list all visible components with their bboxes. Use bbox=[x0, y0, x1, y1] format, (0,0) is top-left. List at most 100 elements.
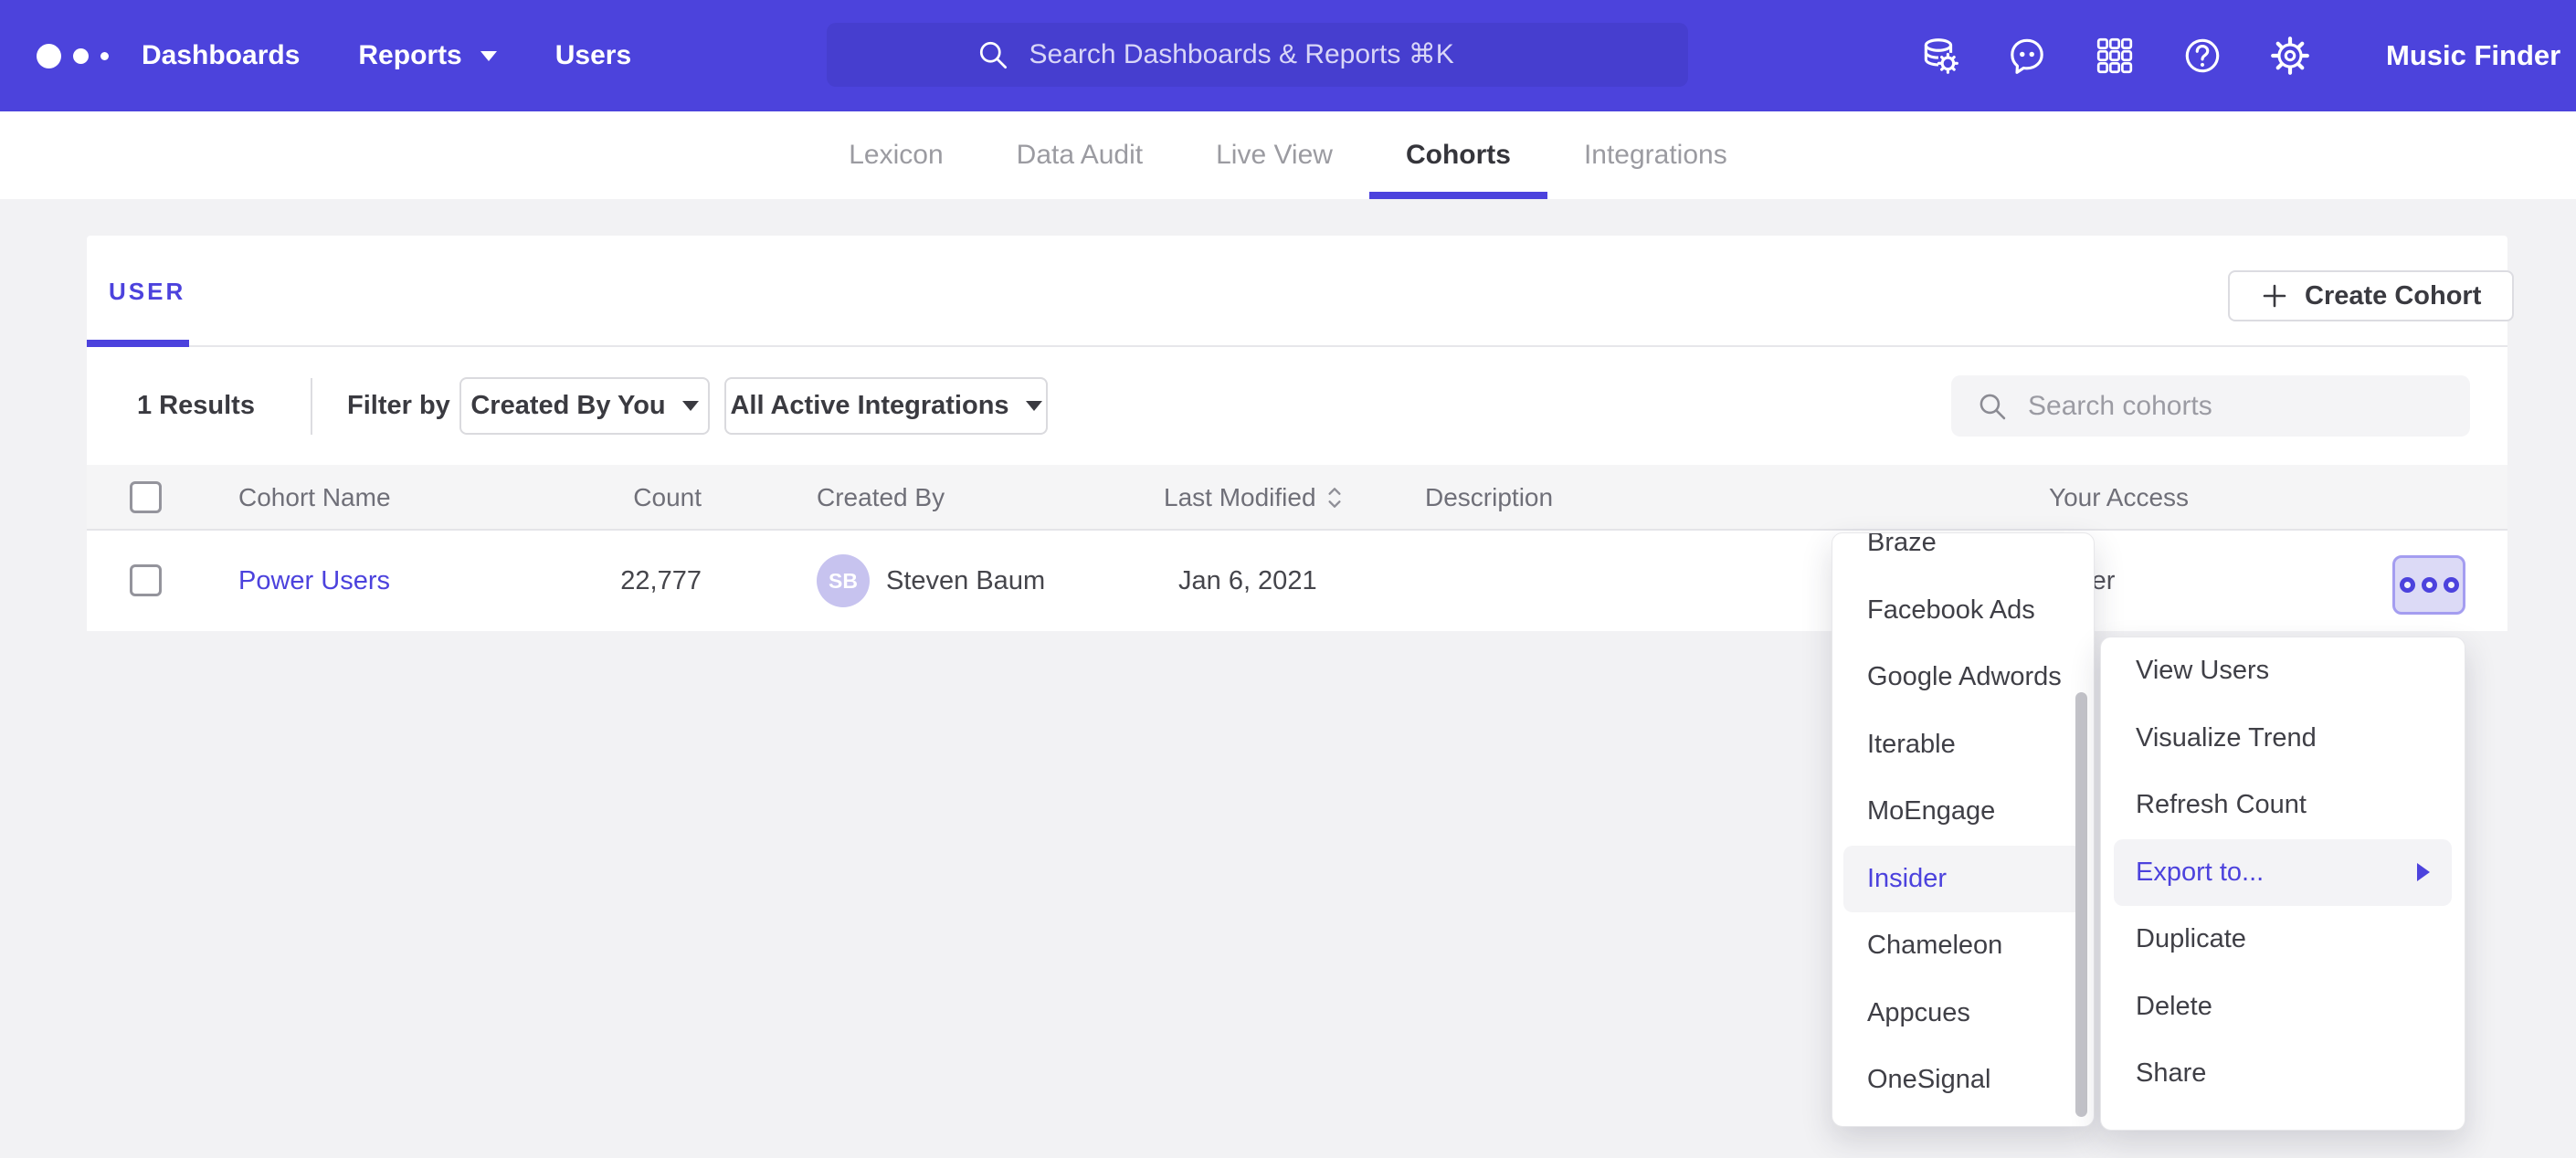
menu-item-insider[interactable]: Insider bbox=[1843, 846, 2083, 913]
tab-lexicon[interactable]: Lexicon bbox=[849, 111, 943, 199]
divider bbox=[311, 378, 312, 435]
filter-bar: 1 Results Filter by Created By You All A… bbox=[87, 347, 2507, 465]
tab-integrations-label: Integrations bbox=[1584, 140, 1727, 171]
created-by-filter[interactable]: Created By You bbox=[459, 377, 710, 435]
tab-live-view-label: Live View bbox=[1216, 140, 1333, 171]
more-dot-icon bbox=[2444, 577, 2459, 593]
menu-item-share[interactable]: Share bbox=[2101, 1040, 2465, 1108]
cohort-count: 22,777 bbox=[580, 531, 702, 631]
header-last-modified[interactable]: Last Modified bbox=[1164, 465, 1344, 531]
header-your-access[interactable]: Your Access bbox=[2049, 465, 2189, 531]
more-dot-icon bbox=[2422, 577, 2437, 593]
menu-item-facebook-ads[interactable]: Facebook Ads bbox=[1832, 577, 2094, 645]
cohort-search-input[interactable] bbox=[2028, 391, 2430, 422]
nav-users-label: Users bbox=[555, 40, 631, 71]
menu-item-onesignal[interactable]: OneSignal bbox=[1832, 1047, 2094, 1114]
section-tabbar: Lexicon Data Audit Live View Cohorts Int… bbox=[0, 111, 2576, 199]
nav-right-cluster: Music Finder bbox=[1918, 0, 2576, 111]
menu-item-moengage[interactable]: MoEngage bbox=[1832, 778, 2094, 846]
nav-reports-label: Reports bbox=[358, 40, 461, 71]
logo-dot-small bbox=[100, 52, 109, 60]
primary-nav: Dashboards Reports Users bbox=[142, 0, 631, 111]
data-management-icon[interactable] bbox=[1918, 35, 1960, 77]
filter-by-label: Filter by bbox=[347, 347, 450, 465]
cohorts-card: USER Create Cohort 1 Results Filter by C… bbox=[87, 236, 2507, 631]
created-by-name: Steven Baum bbox=[886, 531, 1045, 631]
cohort-type-tabs: USER Create Cohort bbox=[87, 236, 2507, 347]
header-count[interactable]: Count bbox=[580, 465, 702, 531]
tab-cohorts[interactable]: Cohorts bbox=[1406, 111, 1511, 199]
last-modified-date: Jan 6, 2021 bbox=[1178, 531, 1317, 631]
menu-item-appcues[interactable]: Appcues bbox=[1832, 980, 2094, 1047]
help-icon[interactable] bbox=[2181, 35, 2223, 77]
export-destinations-list: Braze Facebook Ads Google Adwords Iterab… bbox=[1832, 532, 2094, 1114]
row-more-actions-button[interactable] bbox=[2392, 555, 2465, 615]
row-context-list: View Users Visualize Trend Refresh Count… bbox=[2101, 637, 2465, 1108]
header-created-by[interactable]: Created By bbox=[817, 465, 945, 531]
chevron-down-icon bbox=[1026, 401, 1042, 411]
export-to-label: Export to... bbox=[2136, 858, 2264, 888]
create-cohort-label: Create Cohort bbox=[2305, 281, 2481, 311]
tab-live-view[interactable]: Live View bbox=[1216, 111, 1333, 199]
tab-cohorts-label: Cohorts bbox=[1406, 140, 1511, 171]
feedback-icon[interactable] bbox=[2006, 35, 2048, 77]
menu-item-duplicate[interactable]: Duplicate bbox=[2101, 906, 2465, 974]
menu-item-refresh-count[interactable]: Refresh Count bbox=[2101, 772, 2465, 839]
menu-item-chameleon[interactable]: Chameleon bbox=[1832, 912, 2094, 980]
search-icon bbox=[1975, 389, 2010, 424]
menu-item-iterable[interactable]: Iterable bbox=[1832, 711, 2094, 779]
settings-gear-icon[interactable] bbox=[2269, 35, 2311, 77]
menu-item-view-users[interactable]: View Users bbox=[2101, 637, 2465, 705]
global-search[interactable] bbox=[827, 23, 1688, 87]
tab-user-cohorts[interactable]: USER bbox=[109, 236, 185, 347]
table-header: Cohort Name Count Created By Last Modifi… bbox=[87, 465, 2507, 531]
cohort-name-link[interactable]: Power Users bbox=[238, 566, 390, 596]
logo-dot-medium bbox=[73, 48, 89, 64]
menu-item-visualize-trend[interactable]: Visualize Trend bbox=[2101, 705, 2465, 773]
user-tab-underline bbox=[87, 340, 189, 347]
workspace-switcher[interactable]: Music Finder bbox=[2386, 39, 2576, 72]
create-cohort-button[interactable]: Create Cohort bbox=[2228, 270, 2514, 321]
logo-dot-large bbox=[37, 44, 61, 68]
export-destinations-menu: Braze Facebook Ads Google Adwords Iterab… bbox=[1832, 532, 2095, 1127]
global-search-input[interactable] bbox=[1029, 39, 1541, 70]
submenu-scrollbar[interactable] bbox=[2075, 692, 2087, 1117]
header-description[interactable]: Description bbox=[1425, 465, 1553, 531]
integrations-filter[interactable]: All Active Integrations bbox=[724, 377, 1048, 435]
row-context-menu: View Users Visualize Trend Refresh Count… bbox=[2100, 637, 2465, 1131]
tab-integrations[interactable]: Integrations bbox=[1584, 111, 1727, 199]
chevron-down-icon bbox=[480, 51, 497, 61]
header-cohort-name[interactable]: Cohort Name bbox=[238, 465, 391, 531]
results-count: 1 Results bbox=[137, 347, 255, 465]
integrations-filter-label: All Active Integrations bbox=[730, 391, 1008, 421]
tab-lexicon-label: Lexicon bbox=[849, 140, 943, 171]
menu-item-google-adwords[interactable]: Google Adwords bbox=[1832, 644, 2094, 711]
cohorts-page: Dashboards Reports Users bbox=[0, 0, 2576, 1158]
submenu-arrow-icon bbox=[2417, 863, 2430, 881]
nav-reports[interactable]: Reports bbox=[358, 40, 496, 71]
header-last-modified-label: Last Modified bbox=[1164, 483, 1316, 512]
created-by-filter-label: Created By You bbox=[470, 391, 665, 421]
top-nav: Dashboards Reports Users bbox=[0, 0, 2576, 111]
menu-item-braze[interactable]: Braze bbox=[1832, 532, 2094, 577]
nav-dashboards[interactable]: Dashboards bbox=[142, 40, 300, 71]
cohort-search[interactable] bbox=[1951, 375, 2470, 437]
nav-users[interactable]: Users bbox=[555, 40, 631, 71]
plus-icon bbox=[2261, 282, 2288, 310]
more-dot-icon bbox=[2400, 577, 2415, 593]
menu-item-export-to[interactable]: Export to... bbox=[2114, 839, 2452, 907]
tab-user-label: USER bbox=[109, 278, 185, 306]
select-all-checkbox[interactable] bbox=[130, 481, 162, 513]
active-tab-underline bbox=[1369, 192, 1547, 199]
tab-data-audit[interactable]: Data Audit bbox=[1017, 111, 1143, 199]
workspace-name: Music Finder bbox=[2386, 39, 2560, 72]
apps-grid-icon[interactable] bbox=[2094, 35, 2136, 77]
avatar: SB bbox=[817, 554, 870, 607]
row-checkbox[interactable] bbox=[130, 564, 162, 596]
sort-icon bbox=[1325, 485, 1344, 511]
menu-item-delete[interactable]: Delete bbox=[2101, 974, 2465, 1041]
tab-data-audit-label: Data Audit bbox=[1017, 140, 1143, 171]
search-icon bbox=[975, 37, 1011, 73]
mixpanel-logo[interactable] bbox=[37, 0, 109, 111]
nav-dashboards-label: Dashboards bbox=[142, 40, 300, 71]
